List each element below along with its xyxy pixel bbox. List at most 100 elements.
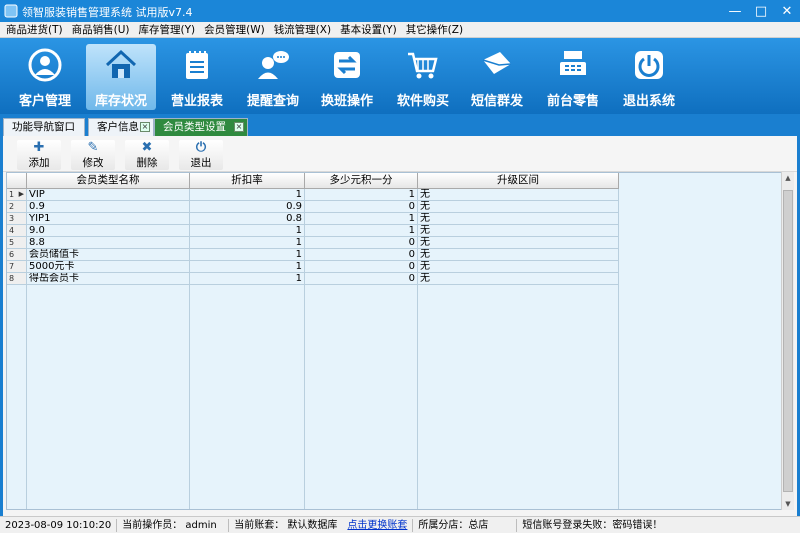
status-sms: 短信账号登录失败：密码错误！ <box>522 519 663 531</box>
table-row[interactable]: 5 8.8 1 0 无 <box>7 237 619 249</box>
toolbar-customer-button[interactable]: 客户管理 <box>10 44 80 110</box>
cell-discount[interactable]: 0.9 <box>190 201 305 213</box>
cell-upgrade-range[interactable]: 无 <box>418 201 619 213</box>
cell-member-type-name[interactable]: 会员储值卡 <box>27 249 190 261</box>
row-number[interactable]: 8 <box>7 273 27 285</box>
tab-strip: 功能导航窗口 客户信息 × 会员类型设置 × <box>0 116 800 136</box>
cell-member-type-name[interactable]: 5000元卡 <box>27 261 190 273</box>
menu-item-settings[interactable]: 基本设置(Y) <box>340 22 397 37</box>
cell-upgrade-range[interactable]: 无 <box>418 273 619 285</box>
menu-item-cashflow[interactable]: 钱流管理(X) <box>274 22 331 37</box>
add-button[interactable]: ✚ 添加 <box>17 140 61 170</box>
toolbar-buy-button[interactable]: 软件购买 <box>388 44 458 110</box>
row-number[interactable]: 2 <box>7 201 27 213</box>
toolbar-exit-button[interactable]: 退出系统 <box>614 44 684 110</box>
delete-x-icon: ✖ <box>141 140 153 155</box>
row-number[interactable]: 4 <box>7 225 27 237</box>
plus-icon: ✚ <box>33 140 45 155</box>
cell-points-per-yuan[interactable]: 0 <box>305 261 418 273</box>
table-row[interactable]: 8 得岳会员卡 1 0 无 <box>7 273 619 285</box>
window-title: 领智服装销售管理系统 试用版v7.4 <box>22 6 193 19</box>
cell-discount[interactable]: 1 <box>190 237 305 249</box>
menu-item-members[interactable]: 会员管理(W) <box>204 22 265 37</box>
toolbar-sms-button[interactable]: 短信群发 <box>462 44 532 110</box>
table-row[interactable]: 2 0.9 0.9 0 无 <box>7 201 619 213</box>
menu-item-goods-sales[interactable]: 商品销售(U) <box>72 22 130 37</box>
column-header[interactable]: 会员类型名称 <box>27 173 190 188</box>
cell-points-per-yuan[interactable]: 1 <box>305 225 418 237</box>
cell-member-type-name[interactable]: 得岳会员卡 <box>27 273 190 285</box>
member-type-grid[interactable]: 会员类型名称 折扣率 多少元积一分 升级区间 1 ▶ VIP 1 1 无 2 0.9 0.9 0 无… <box>6 172 784 510</box>
add-label: 添加 <box>28 157 50 169</box>
edit-button[interactable]: ✎ 修改 <box>71 140 115 170</box>
tab-member-type-settings[interactable]: 会员类型设置 × <box>154 118 248 136</box>
table-row[interactable]: 3 YIP1 0.8 1 无 <box>7 213 619 225</box>
exit-button[interactable]: ⏻ 退出 <box>179 140 223 170</box>
toolbar-reminder-button[interactable]: 提醒查询 <box>238 44 308 110</box>
tab-label: 会员类型设置 <box>163 121 226 133</box>
scroll-thumb[interactable] <box>783 190 793 492</box>
column-header[interactable]: 折扣率 <box>190 173 305 188</box>
cell-points-per-yuan[interactable]: 0 <box>305 273 418 285</box>
cell-upgrade-range[interactable]: 无 <box>418 225 619 237</box>
row-number[interactable]: 6 <box>7 249 27 261</box>
cell-upgrade-range[interactable]: 无 <box>418 237 619 249</box>
toolbar-retail-button[interactable]: 前台零售 <box>538 44 608 110</box>
switch-account-link[interactable]: 点击更换账套 <box>342 518 414 532</box>
table-row[interactable]: 1 ▶ VIP 1 1 无 <box>7 189 619 201</box>
menu-item-other[interactable]: 其它操作(Z) <box>406 22 463 37</box>
cell-upgrade-range[interactable]: 无 <box>418 189 619 201</box>
maximize-button[interactable]: □ <box>748 0 774 22</box>
cell-upgrade-range[interactable]: 无 <box>418 261 619 273</box>
row-number[interactable]: 1 ▶ <box>7 189 27 201</box>
close-button[interactable]: ✕ <box>774 0 800 22</box>
table-row[interactable]: 6 会员储值卡 1 0 无 <box>7 249 619 261</box>
menu-item-inventory[interactable]: 库存管理(Y) <box>139 22 196 37</box>
cell-points-per-yuan[interactable]: 1 <box>305 189 418 201</box>
cell-points-per-yuan[interactable]: 0 <box>305 249 418 261</box>
toolbar-report-button[interactable]: 营业报表 <box>162 44 232 110</box>
minimize-button[interactable]: — <box>722 0 748 22</box>
cell-points-per-yuan[interactable]: 0 <box>305 237 418 249</box>
row-number[interactable]: 5 <box>7 237 27 249</box>
cell-member-type-name[interactable]: 9.0 <box>27 225 190 237</box>
cell-upgrade-range[interactable]: 无 <box>418 249 619 261</box>
tab-customer-info[interactable]: 客户信息 × <box>88 118 154 136</box>
scroll-up-icon[interactable]: ▲ <box>782 172 794 184</box>
cell-upgrade-range[interactable]: 无 <box>418 213 619 225</box>
table-row[interactable]: 4 9.0 1 1 无 <box>7 225 619 237</box>
menu-bar: 商品进货(T) 商品销售(U) 库存管理(Y) 会员管理(W) 钱流管理(X) … <box>0 22 800 38</box>
tab-navigation[interactable]: 功能导航窗口 <box>3 118 85 136</box>
cell-discount[interactable]: 1 <box>190 273 305 285</box>
column-header[interactable]: 升级区间 <box>418 173 619 188</box>
table-row[interactable]: 7 5000元卡 1 0 无 <box>7 261 619 273</box>
edit-label: 修改 <box>82 157 104 169</box>
delete-button[interactable]: ✖ 删除 <box>125 140 169 170</box>
cell-discount[interactable]: 1 <box>190 261 305 273</box>
scroll-down-icon[interactable]: ▼ <box>782 498 794 510</box>
cell-discount[interactable]: 1 <box>190 189 305 201</box>
tab-close-icon[interactable]: × <box>140 122 150 132</box>
tab-close-icon[interactable]: × <box>234 122 244 132</box>
cell-points-per-yuan[interactable]: 1 <box>305 213 418 225</box>
cell-discount[interactable]: 1 <box>190 249 305 261</box>
cell-member-type-name[interactable]: YIP1 <box>27 213 190 225</box>
cell-discount[interactable]: 0.8 <box>190 213 305 225</box>
cell-member-type-name[interactable]: 0.9 <box>27 201 190 213</box>
toolbar-inventory-button[interactable]: 库存状况 <box>86 44 156 110</box>
cell-member-type-name[interactable]: 8.8 <box>27 237 190 249</box>
cash-register-icon <box>560 51 586 78</box>
column-header[interactable]: 多少元积一分 <box>305 173 418 188</box>
delete-label: 删除 <box>136 157 158 169</box>
toolbar-shift-button[interactable]: 换班操作 <box>312 44 382 110</box>
cell-member-type-name[interactable]: VIP <box>27 189 190 201</box>
row-number[interactable]: 3 <box>7 213 27 225</box>
row-number[interactable]: 7 <box>7 261 27 273</box>
grid-header: 会员类型名称 折扣率 多少元积一分 升级区间 <box>7 173 619 189</box>
title-bar: 领智服装销售管理系统 试用版v7.4 — □ ✕ <box>0 0 800 22</box>
menu-item-goods-purchase[interactable]: 商品进货(T) <box>6 22 63 37</box>
house-icon <box>105 49 137 78</box>
cell-points-per-yuan[interactable]: 0 <box>305 201 418 213</box>
vertical-scrollbar[interactable]: ▲ ▼ <box>781 172 794 510</box>
cell-discount[interactable]: 1 <box>190 225 305 237</box>
